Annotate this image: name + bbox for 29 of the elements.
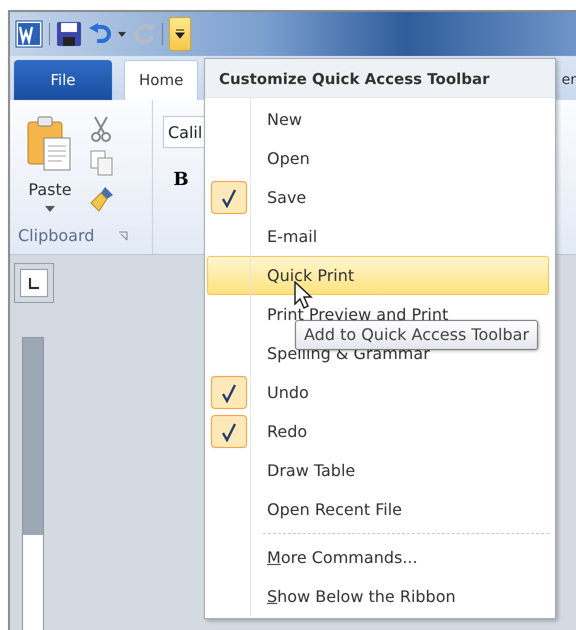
dropdown-arrow-icon — [175, 29, 185, 39]
word-app-icon[interactable] — [15, 20, 43, 48]
tooltip: Add to Quick Access Toolbar — [295, 320, 538, 350]
copy-icon[interactable] — [90, 150, 114, 176]
menu-item[interactable]: E-mail — [207, 217, 549, 256]
group-label: Clipboard — [17, 225, 94, 247]
brush-icon[interactable] — [90, 184, 116, 212]
menu-item[interactable]: More Commands... — [207, 538, 549, 577]
menu-title: Customize Quick Access Toolbar — [205, 59, 555, 98]
dropdown-caret-icon[interactable] — [118, 32, 126, 36]
menu-item[interactable]: Redo — [207, 412, 549, 451]
undo-icon[interactable] — [88, 23, 112, 45]
customize-toolbar-button[interactable] — [169, 17, 191, 51]
bold-button[interactable]: B — [169, 166, 193, 193]
ribbon-tab[interactable]: Home — [124, 60, 198, 100]
dialog-launcher-icon[interactable] — [118, 231, 128, 241]
menu-item[interactable]: Quick Print — [207, 256, 549, 295]
scissors-icon[interactable] — [90, 116, 112, 142]
paste-label[interactable]: Paste — [28, 178, 72, 202]
menu-item[interactable]: Draw Table — [207, 451, 549, 490]
ribbon-tab[interactable]: er — [562, 60, 576, 100]
dropdown-caret-icon[interactable] — [45, 206, 55, 212]
menu-item[interactable]: Open Recent File — [207, 490, 549, 529]
menu-item[interactable]: Undo — [207, 373, 549, 412]
file-tab[interactable]: File — [14, 60, 112, 100]
save-icon[interactable] — [56, 21, 82, 47]
tab-selector-icon[interactable] — [20, 269, 48, 297]
menu-item[interactable]: Save — [207, 178, 549, 217]
menu-item[interactable]: Show Below the Ribbon — [207, 577, 549, 616]
